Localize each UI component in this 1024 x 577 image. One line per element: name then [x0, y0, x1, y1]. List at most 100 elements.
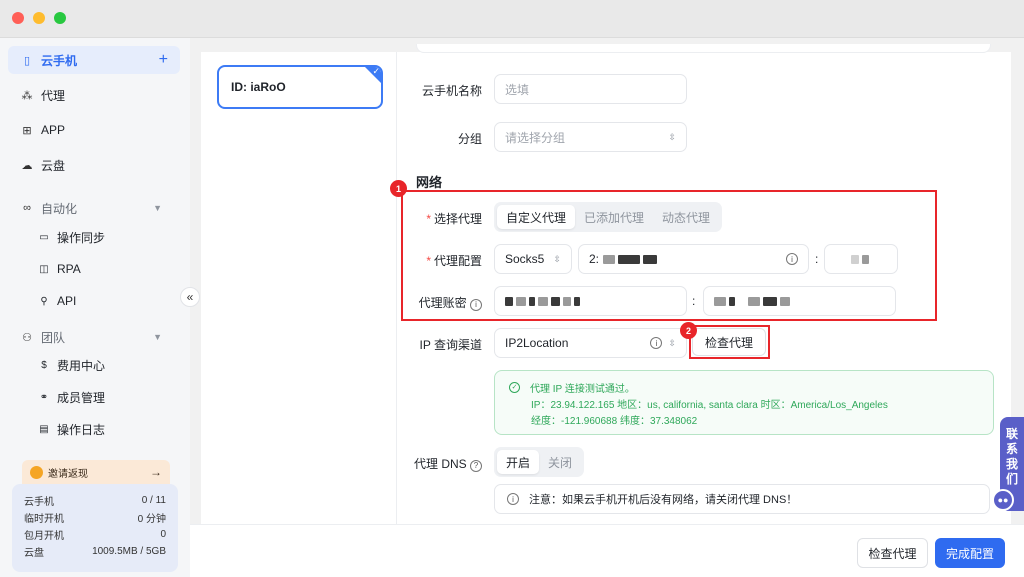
sidebar-item-operation-log[interactable]: ▤ 操作日志: [38, 417, 105, 441]
chevron-down-icon: ▼: [153, 332, 162, 342]
sidebar-item-label: API: [57, 294, 77, 308]
select-arrows-icon: ⇳: [668, 337, 676, 348]
stat-label: 云盘: [24, 548, 44, 559]
minimize-window-button[interactable]: [33, 12, 45, 24]
device-card-selected[interactable]: ID: iaRoO ✓: [217, 65, 383, 109]
contact-char: 们: [1005, 472, 1018, 486]
stat-row: 包月开机 0: [24, 526, 166, 543]
sidebar-item-api[interactable]: ⚲ API: [38, 289, 76, 313]
sidebar-group-team[interactable]: ⚇ 团队 ▼: [8, 323, 180, 351]
proxy-dns-toggle: 开启 关闭: [494, 447, 585, 477]
sidebar-group-label: 团队: [41, 330, 66, 345]
sidebar-item-label: 代理: [41, 88, 66, 103]
contact-char: 我: [1005, 457, 1018, 471]
sidebar-item-label: 费用中心: [57, 358, 106, 373]
footer-check-proxy-button[interactable]: 检查代理: [857, 538, 928, 568]
window-titlebar: [0, 0, 1024, 38]
sidebar-group-label: 自动化: [41, 201, 78, 216]
robot-icon: ◫: [39, 263, 49, 275]
finish-config-button[interactable]: 完成配置: [935, 538, 1005, 568]
log-icon: ▤: [39, 423, 49, 435]
sidebar-item-operation-sync[interactable]: ▭ 操作同步: [38, 225, 105, 249]
group-label: 分组: [457, 132, 482, 146]
stat-label: 临时开机: [24, 514, 64, 525]
sidebar-group-automation[interactable]: ∞ 自动化 ▼: [8, 194, 180, 222]
chevron-down-icon: ▼: [153, 203, 162, 213]
result-line: ✓ 代理 IP 连接测试通过。: [509, 379, 979, 395]
invite-cashback-banner[interactable]: 邀请返现 →: [22, 460, 170, 484]
ip-channel-label: IP 查询渠道: [419, 338, 482, 352]
proxy-test-result: ✓ 代理 IP 连接测试通过。 IP：23.94.122.165 地区：us, c…: [494, 370, 994, 435]
contact-char: 系: [1005, 442, 1018, 456]
check-icon: ✓: [372, 66, 380, 76]
sidebar-item-cloud-disk[interactable]: ☁ 云盘: [8, 151, 180, 179]
add-cloud-phone-button[interactable]: +: [159, 51, 168, 69]
invite-label: 邀请返现: [48, 468, 88, 480]
dns-on-option[interactable]: 开启: [497, 450, 540, 474]
stat-row: 临时开机 0 分钟: [24, 509, 166, 526]
close-window-button[interactable]: [12, 12, 24, 24]
stat-value: 0 分钟: [137, 514, 166, 525]
sidebar-item-rpa[interactable]: ◫ RPA: [38, 257, 81, 281]
phone-icon: ▯: [23, 54, 31, 67]
result-status: 代理 IP 连接测试通过。: [530, 383, 635, 395]
check-circle-icon: ✓: [509, 381, 520, 393]
stat-row: 云盘 1009.5MB / 5GB: [24, 543, 166, 560]
sidebar-item-label: 操作同步: [57, 230, 106, 245]
result-geo-line: 经度：-121.960688 纬度：37.348062: [531, 415, 698, 427]
sidebar-item-label: APP: [41, 123, 66, 137]
sidebar-item-label: 操作日志: [57, 422, 106, 437]
stat-label: 包月开机: [24, 531, 64, 542]
phone-name-label: 云手机名称: [421, 84, 482, 98]
scrolled-section-edge: [416, 44, 991, 53]
usage-stats-panel: 云手机 0 / 11 临时开机 0 分钟 包月开机 0 云盘 1009.5MB …: [12, 484, 178, 572]
annotation-badge-1: 1: [390, 180, 407, 197]
proxy-dns-label: 代理 DNS ?: [410, 455, 482, 472]
stat-value: 0: [160, 529, 166, 540]
cloud-icon: ☁: [21, 159, 33, 172]
ip-channel-value: IP2Location: [505, 336, 569, 350]
dns-notice: i 注意：如果云手机开机后没有网络，请关闭代理 DNS！: [494, 484, 990, 514]
info-icon[interactable]: i: [650, 337, 663, 349]
contact-char: 联: [1005, 427, 1018, 441]
select-arrows-icon: ⇳: [668, 131, 676, 142]
chat-bubble-icon[interactable]: ●●: [992, 489, 1014, 511]
group-select[interactable]: 请选择分组 ⇳: [494, 122, 687, 152]
sidebar-item-label: 成员管理: [57, 390, 106, 405]
sidebar-item-label: 云盘: [41, 158, 66, 173]
sidebar-item-billing[interactable]: $ 费用中心: [38, 353, 105, 377]
group-placeholder: 请选择分组: [505, 130, 566, 145]
stat-label: 云手机: [24, 497, 54, 508]
stat-row: 云手机 0 / 11: [24, 492, 166, 509]
dns-off-option[interactable]: 关闭: [539, 450, 581, 474]
sidebar-item-members[interactable]: ⚭ 成员管理: [38, 385, 105, 409]
ip-channel-select[interactable]: IP2Location i ⇳: [494, 328, 687, 358]
sidebar-item-label: 云手机: [41, 53, 78, 68]
arrow-right-icon: →: [150, 465, 162, 479]
billing-icon: $: [41, 359, 47, 371]
device-id-label: ID: iaRoO: [231, 80, 286, 94]
sync-icon: ▭: [39, 231, 49, 243]
coin-icon: [30, 465, 43, 479]
stat-value: 1009.5MB / 5GB: [92, 546, 166, 557]
result-ip-line: IP：23.94.122.165 地区：us, california, sant…: [531, 399, 888, 411]
apps-grid-icon: ⊞: [22, 124, 32, 137]
info-icon: i: [507, 493, 519, 505]
proxy-dns-label-text: 代理 DNS: [413, 457, 467, 471]
help-icon[interactable]: ?: [470, 459, 482, 472]
collapse-sidebar-button[interactable]: «: [180, 287, 200, 307]
sidebar-item-app[interactable]: ⊞ APP: [8, 116, 180, 144]
dns-notice-text: 注意：如果云手机开机后没有网络，请关闭代理 DNS！: [529, 494, 798, 506]
sidebar-item-cloud-phone[interactable]: ▯ 云手机 +: [8, 46, 180, 74]
column-divider: [396, 52, 397, 524]
annotation-badge-2: 2: [680, 322, 697, 339]
infinity-icon: ∞: [23, 202, 31, 214]
sidebar-item-label: RPA: [57, 262, 81, 276]
annotation-box-2: [689, 325, 770, 359]
phone-name-input[interactable]: 选填: [494, 74, 687, 104]
api-icon: ⚲: [40, 295, 48, 307]
maximize-window-button[interactable]: [54, 12, 66, 24]
sidebar-item-proxy[interactable]: ⁂ 代理: [8, 81, 180, 109]
stat-value: 0 / 11: [141, 495, 166, 506]
network-section-title: 网络: [416, 175, 443, 190]
